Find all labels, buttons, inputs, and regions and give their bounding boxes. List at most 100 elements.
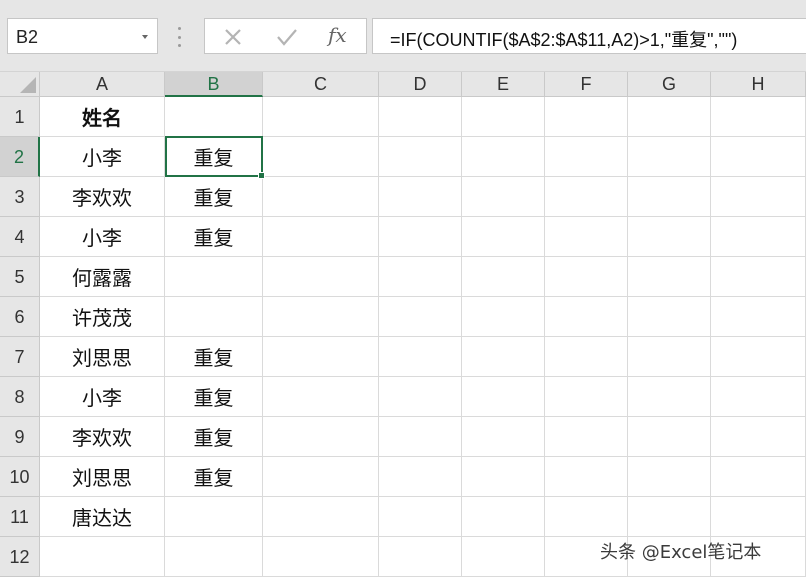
formula-input[interactable]: =IF(COUNTIF($A$2:$A$11,A2)>1,"重复","") — [372, 18, 806, 54]
cell-b8[interactable]: 重复 — [165, 377, 263, 417]
cell-h8[interactable] — [711, 377, 806, 417]
cell-c4[interactable] — [263, 217, 379, 257]
cell-c11[interactable] — [263, 497, 379, 537]
cell-d5[interactable] — [379, 257, 462, 297]
cell-g10[interactable] — [628, 457, 711, 497]
cell-b5[interactable] — [165, 257, 263, 297]
cell-c7[interactable] — [263, 337, 379, 377]
cell-f2[interactable] — [545, 137, 628, 177]
cell-d1[interactable] — [379, 97, 462, 137]
cell-f3[interactable] — [545, 177, 628, 217]
cell-d6[interactable] — [379, 297, 462, 337]
cell-f11[interactable] — [545, 497, 628, 537]
row-header-3[interactable]: 3 — [0, 177, 40, 217]
cell-d11[interactable] — [379, 497, 462, 537]
cell-h4[interactable] — [711, 217, 806, 257]
row-header-7[interactable]: 7 — [0, 337, 40, 377]
cell-d3[interactable] — [379, 177, 462, 217]
cell-b1[interactable] — [165, 97, 263, 137]
cell-e6[interactable] — [462, 297, 545, 337]
cell-d4[interactable] — [379, 217, 462, 257]
select-all-button[interactable] — [0, 72, 40, 97]
cell-g6[interactable] — [628, 297, 711, 337]
cell-h2[interactable] — [711, 137, 806, 177]
cell-a10[interactable]: 刘思思 — [40, 457, 165, 497]
cell-h11[interactable] — [711, 497, 806, 537]
cell-f7[interactable] — [545, 337, 628, 377]
cell-a5[interactable]: 何露露 — [40, 257, 165, 297]
cell-c5[interactable] — [263, 257, 379, 297]
row-header-5[interactable]: 5 — [0, 257, 40, 297]
cell-d10[interactable] — [379, 457, 462, 497]
fill-handle[interactable] — [258, 172, 265, 179]
row-header-1[interactable]: 1 — [0, 97, 40, 137]
cell-a3[interactable]: 李欢欢 — [40, 177, 165, 217]
cell-f5[interactable] — [545, 257, 628, 297]
cell-a2[interactable]: 小李 — [40, 137, 165, 177]
row-header-6[interactable]: 6 — [0, 297, 40, 337]
cell-d8[interactable] — [379, 377, 462, 417]
cell-f6[interactable] — [545, 297, 628, 337]
cell-c6[interactable] — [263, 297, 379, 337]
cell-c9[interactable] — [263, 417, 379, 457]
column-header-e[interactable]: E — [462, 72, 545, 97]
cell-b11[interactable] — [165, 497, 263, 537]
column-header-f[interactable]: F — [545, 72, 628, 97]
cell-f9[interactable] — [545, 417, 628, 457]
cell-e7[interactable] — [462, 337, 545, 377]
cell-e5[interactable] — [462, 257, 545, 297]
cell-c3[interactable] — [263, 177, 379, 217]
cell-a6[interactable]: 许茂茂 — [40, 297, 165, 337]
row-header-4[interactable]: 4 — [0, 217, 40, 257]
cell-f10[interactable] — [545, 457, 628, 497]
cell-e10[interactable] — [462, 457, 545, 497]
cell-c2[interactable] — [263, 137, 379, 177]
cell-g9[interactable] — [628, 417, 711, 457]
column-header-a[interactable]: A — [40, 72, 165, 97]
row-header-2[interactable]: 2 — [0, 137, 40, 177]
row-header-10[interactable]: 10 — [0, 457, 40, 497]
cell-g3[interactable] — [628, 177, 711, 217]
cell-g2[interactable] — [628, 137, 711, 177]
cell-f8[interactable] — [545, 377, 628, 417]
cell-g11[interactable] — [628, 497, 711, 537]
cell-e12[interactable] — [462, 537, 545, 577]
column-header-c[interactable]: C — [263, 72, 379, 97]
column-header-g[interactable]: G — [628, 72, 711, 97]
cell-g1[interactable] — [628, 97, 711, 137]
cell-e9[interactable] — [462, 417, 545, 457]
cell-c8[interactable] — [263, 377, 379, 417]
cell-b12[interactable] — [165, 537, 263, 577]
cell-b4[interactable]: 重复 — [165, 217, 263, 257]
drag-handle-icon[interactable] — [177, 27, 181, 47]
check-icon[interactable] — [274, 25, 300, 49]
x-icon[interactable] — [220, 25, 246, 49]
cell-g8[interactable] — [628, 377, 711, 417]
cell-b9[interactable]: 重复 — [165, 417, 263, 457]
cell-d9[interactable] — [379, 417, 462, 457]
cell-h6[interactable] — [711, 297, 806, 337]
cell-e1[interactable] — [462, 97, 545, 137]
cell-b2[interactable]: 重复 — [165, 137, 263, 177]
cell-a9[interactable]: 李欢欢 — [40, 417, 165, 457]
cell-b6[interactable] — [165, 297, 263, 337]
insert-function-icon[interactable]: fx — [328, 23, 347, 47]
cell-a1[interactable]: 姓名 — [40, 97, 165, 137]
cell-f4[interactable] — [545, 217, 628, 257]
cell-h1[interactable] — [711, 97, 806, 137]
cell-e11[interactable] — [462, 497, 545, 537]
name-box[interactable]: B2 — [7, 18, 158, 54]
cell-c10[interactable] — [263, 457, 379, 497]
cell-b7[interactable]: 重复 — [165, 337, 263, 377]
column-header-d[interactable]: D — [379, 72, 462, 97]
cell-d2[interactable] — [379, 137, 462, 177]
cell-g4[interactable] — [628, 217, 711, 257]
cell-c1[interactable] — [263, 97, 379, 137]
row-header-9[interactable]: 9 — [0, 417, 40, 457]
column-header-b[interactable]: B — [165, 72, 263, 97]
cell-h9[interactable] — [711, 417, 806, 457]
cell-a4[interactable]: 小李 — [40, 217, 165, 257]
row-header-12[interactable]: 12 — [0, 537, 40, 577]
cell-h5[interactable] — [711, 257, 806, 297]
cell-g7[interactable] — [628, 337, 711, 377]
